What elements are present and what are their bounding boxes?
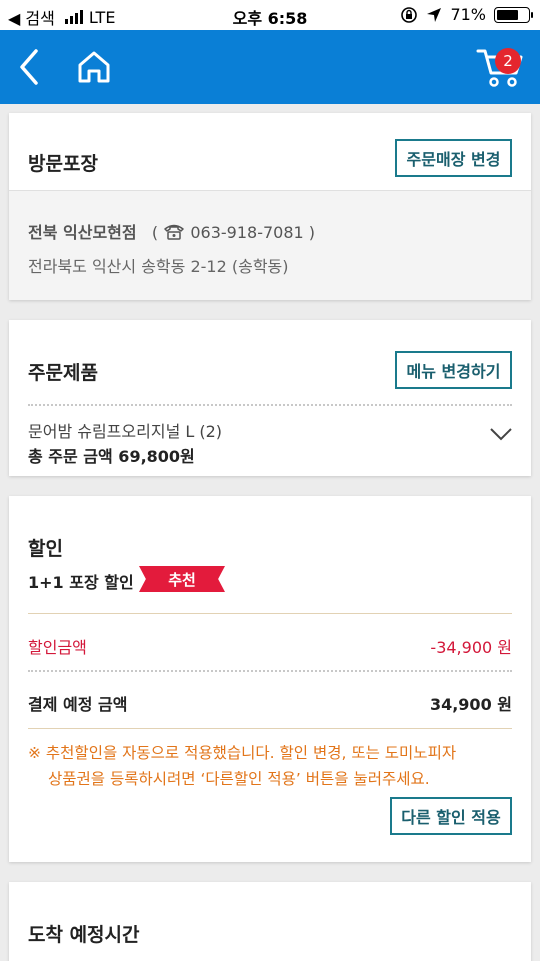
divider [28, 728, 512, 729]
phone-open: ( [151, 223, 159, 242]
app-header: 2 [0, 30, 540, 104]
status-bar: ◀ 검색 LTE 오후 6:58 71% [0, 0, 540, 30]
home-button[interactable] [69, 42, 119, 92]
change-store-button[interactable]: 주문매장 변경 [395, 139, 512, 177]
battery-icon [494, 6, 533, 23]
discount-amount-label: 할인금액 [28, 638, 87, 657]
applied-discount-name: 1+1 포장 할인 [28, 573, 134, 592]
store-name-line: 전북 익산모현점 ( 063-918-7081 ) [28, 219, 315, 243]
discount-note-line-2: 상품권을 등록하시려면 ‘다른할인 적용’ 버튼을 눌러주세요. [48, 770, 430, 788]
store-phone[interactable]: 063-918-7081 [190, 223, 303, 242]
discount-card: 할인 1+1 포장 할인 추천 할인금액 -34,900 원 결제 예정 금액 … [9, 496, 531, 862]
home-icon [78, 51, 110, 83]
arrival-title: 도착 예정시간 [28, 924, 140, 946]
discount-note: ※ 추천할인을 자동으로 적용했습니다. 할인 변경, 또는 도미노피자 상품권… [28, 740, 518, 792]
back-button[interactable] [4, 42, 54, 92]
arrival-card: 도착 예정시간 [9, 882, 531, 961]
cart-button[interactable]: 2 [470, 42, 530, 92]
chevron-left-icon [20, 49, 38, 85]
battery-percent: 71% [450, 5, 486, 24]
cart-count-badge: 2 [495, 48, 521, 74]
phone-close: ) [308, 223, 316, 242]
pickup-card: 방문포장 주문매장 변경 전북 익산모현점 ( 063-918-7081 ) 전… [9, 113, 531, 300]
other-discount-button[interactable]: 다른 할인 적용 [390, 797, 512, 835]
divider [28, 670, 512, 672]
divider [28, 404, 512, 406]
order-title: 주문제품 [28, 362, 98, 384]
divider [28, 613, 512, 614]
rotation-lock-icon [401, 6, 418, 23]
discount-title: 할인 [28, 538, 63, 560]
payment-amount-label: 결제 예정 금액 [28, 695, 128, 714]
store-name: 전북 익산모현점 [28, 223, 137, 242]
store-info: 전북 익산모현점 ( 063-918-7081 ) 전라북도 익산시 송학동 2… [9, 190, 531, 300]
order-total: 총 주문 금액 69,800원 [28, 447, 195, 466]
expand-order-toggle[interactable] [489, 426, 513, 445]
chevron-down-icon [490, 428, 512, 441]
store-address: 전라북도 익산시 송학동 2-12 (송학동) [28, 257, 289, 276]
discount-amount-value: -34,900 원 [430, 638, 512, 657]
location-arrow-icon [427, 7, 442, 22]
status-bar-right: 71% [400, 5, 533, 24]
phone-icon [164, 224, 184, 240]
payment-amount-value: 34,900 원 [429, 695, 512, 714]
recommended-badge: 추천 [139, 566, 225, 592]
pickup-title: 방문포장 [28, 153, 98, 175]
order-card: 주문제품 메뉴 변경하기 문어밤 슈림프오리지널 L (2) 총 주문 금액 6… [9, 320, 531, 476]
change-menu-button[interactable]: 메뉴 변경하기 [395, 351, 512, 389]
discount-note-line-1: ※ 추천할인을 자동으로 적용했습니다. 할인 변경, 또는 도미노피자 [28, 744, 457, 762]
order-item: 문어밤 슈림프오리지널 L (2) [28, 422, 223, 441]
